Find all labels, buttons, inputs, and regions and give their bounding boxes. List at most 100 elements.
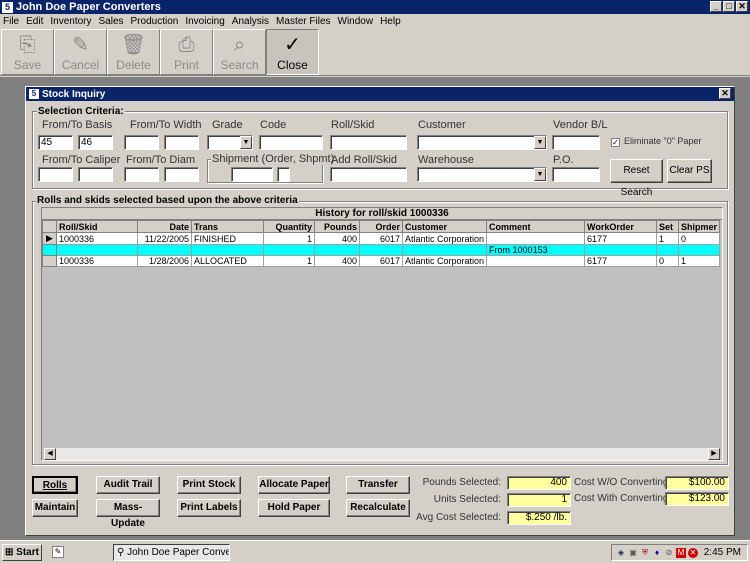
transfer-button[interactable]: Transfer bbox=[346, 476, 410, 494]
table-row[interactable]: 1000336 1/28/2006 ALLOCATED 1 400 6017 A… bbox=[42, 255, 721, 267]
col-date[interactable]: Date bbox=[137, 220, 192, 233]
diam-from-input[interactable] bbox=[124, 167, 159, 182]
code-input[interactable] bbox=[259, 135, 323, 150]
shipment-shpmt-input[interactable] bbox=[277, 167, 290, 182]
search-button[interactable]: ⌕ Search bbox=[213, 29, 266, 75]
col-shipment[interactable]: Shipmer bbox=[678, 220, 721, 233]
cell-set: 0 bbox=[656, 255, 680, 267]
chevron-down-icon[interactable]: ▼ bbox=[240, 136, 252, 149]
stop-icon[interactable]: ✕ bbox=[688, 548, 698, 558]
eliminate-zero-checkbox[interactable]: ✓ bbox=[611, 138, 620, 147]
width-to-input[interactable] bbox=[164, 135, 199, 150]
row-selector[interactable] bbox=[42, 244, 57, 256]
menu-invoicing[interactable]: Invoicing bbox=[185, 16, 224, 27]
col-comment[interactable]: Comment bbox=[486, 220, 586, 233]
print-stock-button[interactable]: Print Stock bbox=[177, 476, 241, 494]
cell-shipment bbox=[678, 244, 721, 256]
print-button[interactable]: ⎙ Print bbox=[160, 29, 213, 75]
col-trans[interactable]: Trans bbox=[191, 220, 264, 233]
table-row[interactable]: From 1000153 bbox=[42, 244, 721, 256]
basis-to-input[interactable]: 46 bbox=[78, 135, 113, 150]
cancel-icon: ✎ bbox=[72, 34, 89, 56]
col-pounds[interactable]: Pounds bbox=[314, 220, 360, 233]
maximize-button[interactable]: □ bbox=[723, 1, 735, 12]
save-button[interactable]: ⎘ Save bbox=[1, 29, 54, 75]
rollskid-input[interactable] bbox=[330, 135, 407, 150]
cell-customer: Atlantic Corporation bbox=[401, 232, 488, 245]
shield-icon[interactable]: ⛨ bbox=[640, 548, 650, 558]
caliper-from-input[interactable] bbox=[38, 167, 73, 182]
add-rollskid-input[interactable] bbox=[330, 167, 407, 182]
allocate-paper-button[interactable]: Allocate Paper bbox=[258, 476, 330, 494]
current-row-arrow-icon[interactable]: ▶ bbox=[42, 232, 57, 245]
menu-file[interactable]: File bbox=[3, 16, 19, 27]
col-rollskid[interactable]: Roll/Skid bbox=[56, 220, 138, 233]
width-label: From/To Width bbox=[130, 119, 202, 131]
security-icon[interactable]: ♦ bbox=[652, 548, 662, 558]
shipment-order-input[interactable] bbox=[231, 167, 273, 182]
warehouse-select[interactable]: ▼ bbox=[417, 167, 547, 182]
col-set[interactable]: Set bbox=[656, 220, 680, 233]
scroll-left-icon[interactable]: ◀ bbox=[44, 448, 56, 460]
chevron-down-icon[interactable]: ▼ bbox=[534, 136, 546, 149]
cancel-button[interactable]: ✎ Cancel bbox=[54, 29, 107, 75]
maintain-button[interactable]: Maintain bbox=[32, 499, 78, 517]
close-button[interactable]: ✓ Close bbox=[266, 29, 319, 75]
link-icon[interactable]: ⊘ bbox=[664, 548, 674, 558]
minimize-button[interactable]: _ bbox=[710, 1, 722, 12]
menu-analysis[interactable]: Analysis bbox=[232, 16, 269, 27]
rollskid-label: Roll/Skid bbox=[331, 119, 375, 131]
horizontal-scrollbar[interactable]: ◀ ▶ bbox=[44, 448, 720, 460]
col-order[interactable]: Order bbox=[359, 220, 403, 233]
recalculate-button[interactable]: Recalculate bbox=[346, 499, 410, 517]
menu-inventory[interactable]: Inventory bbox=[50, 16, 91, 27]
menu-production[interactable]: Production bbox=[131, 16, 179, 27]
basis-label: From/To Basis bbox=[42, 119, 113, 131]
menu-master-files[interactable]: Master Files bbox=[276, 16, 330, 27]
col-workorder[interactable]: WorkOrder bbox=[584, 220, 658, 233]
basis-from-input[interactable]: 45 bbox=[38, 135, 73, 150]
menu-help[interactable]: Help bbox=[380, 16, 401, 27]
menu-sales[interactable]: Sales bbox=[99, 16, 124, 27]
cell-order: 6017 bbox=[359, 255, 403, 267]
close-window-button[interactable]: ✕ bbox=[736, 1, 748, 12]
col-quantity[interactable]: Quantity bbox=[263, 220, 315, 233]
reset-search-button[interactable]: Reset Search bbox=[610, 159, 663, 198]
vendor-input[interactable] bbox=[552, 135, 600, 150]
caliper-to-input[interactable] bbox=[78, 167, 113, 182]
scroll-right-icon[interactable]: ▶ bbox=[708, 448, 720, 460]
taskbar-app-button[interactable]: ⚲ John Doe Paper Conve... bbox=[113, 544, 230, 561]
cell-quantity bbox=[263, 244, 315, 256]
cell-rollskid: 1000336 bbox=[56, 255, 138, 267]
width-from-input[interactable] bbox=[124, 135, 159, 150]
col-customer[interactable]: Customer bbox=[401, 220, 488, 233]
row-selector[interactable] bbox=[42, 255, 57, 267]
mass-update-button[interactable]: Mass-Update bbox=[96, 499, 160, 529]
delete-button[interactable]: 🗑 Delete bbox=[107, 29, 160, 75]
child-close-button[interactable]: ✕ bbox=[719, 88, 731, 99]
customer-select[interactable]: ▼ bbox=[417, 135, 547, 150]
print-labels-button[interactable]: Print Labels bbox=[177, 499, 241, 517]
monitor-icon[interactable]: ▣ bbox=[628, 548, 638, 558]
stock-inquiry-title: Stock Inquiry bbox=[42, 88, 106, 100]
table-row[interactable]: ▶ 1000336 11/22/2005 FINISHED 1 400 6017… bbox=[42, 232, 721, 245]
chevron-down-icon[interactable]: ▼ bbox=[534, 168, 546, 181]
grade-select[interactable]: ▼ bbox=[207, 135, 253, 150]
po-input[interactable] bbox=[552, 167, 600, 182]
cost-with-converting-value: $123.00 bbox=[665, 492, 729, 506]
grade-label: Grade bbox=[212, 119, 243, 131]
start-button[interactable]: ⊞ Start bbox=[2, 544, 42, 561]
stock-inquiry-window: 5 Stock Inquiry ✕ Selection Criteria: Fr… bbox=[25, 86, 735, 536]
menu-edit[interactable]: Edit bbox=[26, 16, 43, 27]
rolls-button[interactable]: Rolls bbox=[32, 476, 78, 494]
history-grid[interactable]: History for roll/skid 1000336 Roll/Skid … bbox=[41, 207, 723, 461]
network-icon[interactable]: ◈ bbox=[616, 548, 626, 558]
diam-to-input[interactable] bbox=[164, 167, 199, 182]
hold-paper-button[interactable]: Hold Paper bbox=[258, 499, 330, 517]
menu-window[interactable]: Window bbox=[338, 16, 374, 27]
quick-launch-icon[interactable]: ✎ bbox=[52, 546, 64, 558]
clear-ps-button[interactable]: Clear PS bbox=[667, 159, 712, 183]
cost-wo-converting-value: $100.00 bbox=[665, 476, 729, 490]
audit-trail-button[interactable]: Audit Trail bbox=[96, 476, 160, 494]
antivirus-icon[interactable]: M bbox=[676, 548, 686, 558]
